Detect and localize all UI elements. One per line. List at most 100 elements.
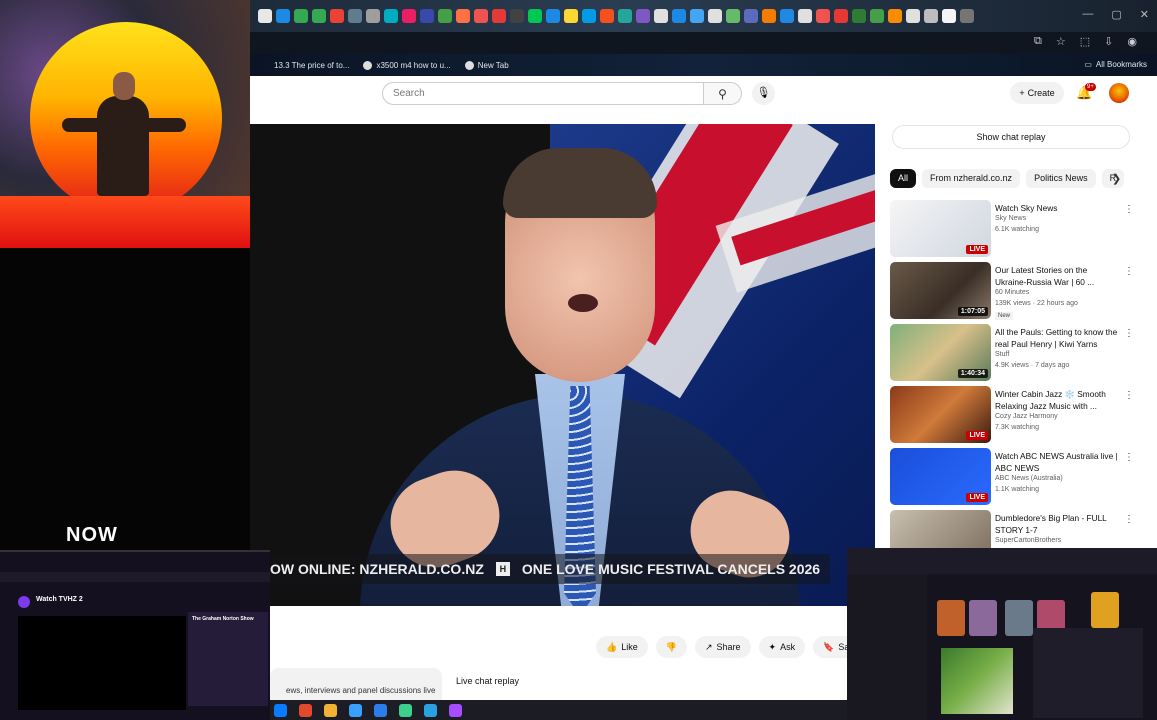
tab-favicon-icon[interactable] bbox=[690, 9, 704, 23]
tab-favicon-icon[interactable] bbox=[348, 9, 362, 23]
tab-favicon-icon[interactable] bbox=[636, 9, 650, 23]
tab-favicon-icon[interactable] bbox=[780, 9, 794, 23]
tab-favicon-icon[interactable] bbox=[330, 9, 344, 23]
maximize-icon[interactable]: ▢ bbox=[1111, 8, 1121, 21]
tab-favicon-icon[interactable] bbox=[924, 9, 938, 23]
tab-favicon-icon[interactable] bbox=[870, 9, 884, 23]
star-icon[interactable]: ☆ bbox=[1056, 35, 1066, 48]
tab-favicon-icon[interactable] bbox=[420, 9, 434, 23]
tab-favicon-icon[interactable] bbox=[510, 9, 524, 23]
filter-chip[interactable]: All bbox=[890, 169, 917, 188]
tab-favicon-icon[interactable] bbox=[384, 9, 398, 23]
tab-favicon-icon[interactable] bbox=[798, 9, 812, 23]
share-button[interactable]: ↗ Share bbox=[694, 636, 751, 658]
ask-button[interactable]: ✦ Ask bbox=[758, 636, 806, 658]
taskbar-app-icon[interactable] bbox=[399, 703, 412, 717]
tab-favicon-icon[interactable] bbox=[474, 9, 488, 23]
video-title[interactable]: Dumbledore's Big Plan - FULL STORY 1-7 bbox=[995, 512, 1120, 536]
taskbar-app-icon[interactable] bbox=[324, 703, 337, 717]
profile-icon[interactable]: ◉ bbox=[1127, 35, 1137, 48]
video-thumbnail[interactable]: LIVE bbox=[890, 448, 991, 505]
tab-favicon-icon[interactable] bbox=[456, 9, 470, 23]
more-options-icon[interactable]: ⋮ bbox=[1124, 266, 1134, 277]
channel-name[interactable]: Cozy Jazz Harmony bbox=[995, 413, 1058, 420]
taskbar-app-icon[interactable] bbox=[349, 703, 362, 717]
tab-favicon-icon[interactable] bbox=[906, 9, 920, 23]
avatar[interactable] bbox=[1109, 83, 1129, 103]
channel-name[interactable]: ABC News (Australia) bbox=[995, 475, 1063, 482]
tab-favicon-icon[interactable] bbox=[960, 9, 974, 23]
tab-favicon-icon[interactable] bbox=[672, 9, 686, 23]
recommendation-item[interactable]: LIVE Winter Cabin Jazz ❄️ Smooth Relaxing… bbox=[890, 386, 1140, 448]
more-options-icon[interactable]: ⋮ bbox=[1124, 390, 1134, 401]
tab-favicon-icon[interactable] bbox=[762, 9, 776, 23]
tab-favicon-icon[interactable] bbox=[708, 9, 722, 23]
like-button[interactable]: 👍 Like bbox=[596, 636, 648, 658]
close-icon[interactable]: ✕ bbox=[1140, 8, 1149, 21]
more-options-icon[interactable]: ⋮ bbox=[1124, 514, 1134, 525]
taskbar-app-icon[interactable] bbox=[449, 703, 462, 717]
tab-favicon-icon[interactable] bbox=[942, 9, 956, 23]
bookmark-item[interactable]: New Tab bbox=[464, 60, 509, 70]
tab-favicon-icon[interactable] bbox=[294, 9, 308, 23]
tab-favicon-icon[interactable] bbox=[654, 9, 668, 23]
tab-favicon-icon[interactable] bbox=[888, 9, 902, 23]
taskbar-app-icon[interactable] bbox=[374, 703, 387, 717]
extensions-icon[interactable]: ⬚ bbox=[1080, 35, 1090, 48]
taskbar-app-icon[interactable] bbox=[299, 703, 312, 717]
tab-favicon-icon[interactable] bbox=[726, 9, 740, 23]
channel-name[interactable]: Sky News bbox=[995, 215, 1026, 222]
pip-left-video[interactable] bbox=[18, 616, 186, 710]
video-thumbnail[interactable]: 1:40:34 bbox=[890, 324, 991, 381]
tab-favicon-icon[interactable] bbox=[852, 9, 866, 23]
tab-favicon-icon[interactable] bbox=[366, 9, 380, 23]
all-bookmarks-button[interactable]: ▭ All Bookmarks bbox=[1084, 60, 1147, 69]
channel-name[interactable]: SuperCartonBrothers bbox=[995, 537, 1061, 544]
tab-favicon-icon[interactable] bbox=[600, 9, 614, 23]
tab-favicon-icon[interactable] bbox=[276, 9, 290, 23]
video-thumbnail[interactable]: 1:07:05 bbox=[890, 262, 991, 319]
tab-favicon-icon[interactable] bbox=[528, 9, 542, 23]
video-player[interactable]: OW ONLINE: NZHERALD.CO.NZ H ONE LOVE MUS… bbox=[250, 124, 875, 606]
more-options-icon[interactable]: ⋮ bbox=[1124, 328, 1134, 339]
tab-favicon-icon[interactable] bbox=[546, 9, 560, 23]
dislike-button[interactable]: 👎 bbox=[655, 636, 687, 658]
video-title[interactable]: Our Latest Stories on the Ukraine-Russia… bbox=[995, 264, 1120, 288]
video-thumbnail[interactable]: LIVE bbox=[890, 200, 991, 257]
chevron-right-icon[interactable]: ❯ bbox=[1112, 172, 1121, 185]
filter-chip[interactable]: Politics News bbox=[1026, 169, 1096, 188]
search-button[interactable]: ⚲ bbox=[704, 82, 742, 105]
video-title[interactable]: Winter Cabin Jazz ❄️ Smooth Relaxing Jaz… bbox=[995, 388, 1120, 412]
tab-favicon-icon[interactable] bbox=[834, 9, 848, 23]
filter-chip[interactable]: From nzherald.co.nz bbox=[922, 169, 1021, 188]
recommendation-item[interactable]: LIVE Watch ABC NEWS Australia live | ABC … bbox=[890, 448, 1140, 510]
voice-search-button[interactable]: 🎙 bbox=[752, 82, 775, 105]
channel-name[interactable]: 60 Minutes bbox=[995, 289, 1029, 296]
taskbar-app-icon[interactable] bbox=[274, 703, 287, 717]
bookmark-item[interactable]: x3500 m4 how to u... bbox=[363, 60, 451, 70]
tab-favicon-icon[interactable] bbox=[744, 9, 758, 23]
create-button[interactable]: + Create bbox=[1010, 82, 1064, 104]
tab-favicon-icon[interactable] bbox=[618, 9, 632, 23]
video-title[interactable]: All the Pauls: Getting to know the real … bbox=[995, 326, 1120, 350]
video-thumbnail[interactable]: LIVE bbox=[890, 386, 991, 443]
video-title[interactable]: Watch Sky News bbox=[995, 202, 1120, 214]
minimize-icon[interactable]: — bbox=[1082, 8, 1093, 21]
bookmark-item[interactable]: 13.3 The price of to... bbox=[274, 61, 349, 70]
taskbar-app-icon[interactable] bbox=[424, 703, 437, 717]
tab-favicon-icon[interactable] bbox=[258, 9, 272, 23]
tab-favicon-icon[interactable] bbox=[564, 9, 578, 23]
tab-favicon-icon[interactable] bbox=[312, 9, 326, 23]
recommendation-item[interactable]: LIVE Watch Sky News Sky News 6.1K watching ⋮ bbox=[890, 200, 1140, 262]
tab-favicon-icon[interactable] bbox=[582, 9, 596, 23]
tab-favicon-icon[interactable] bbox=[816, 9, 830, 23]
more-options-icon[interactable]: ⋮ bbox=[1124, 452, 1134, 463]
video-title[interactable]: Watch ABC NEWS Australia live | ABC NEWS bbox=[995, 450, 1120, 474]
tab-favicon-icon[interactable] bbox=[402, 9, 416, 23]
tab-favicon-icon[interactable] bbox=[492, 9, 506, 23]
recommendation-item[interactable]: 1:07:05 Our Latest Stories on the Ukraine… bbox=[890, 262, 1140, 324]
downloads-icon[interactable]: ⇩ bbox=[1104, 35, 1113, 48]
recommendation-item[interactable]: 1:40:34 All the Pauls: Getting to know th… bbox=[890, 324, 1140, 386]
channel-name[interactable]: Stuff bbox=[995, 351, 1009, 358]
show-chat-replay-button[interactable]: Show chat replay bbox=[892, 125, 1130, 149]
